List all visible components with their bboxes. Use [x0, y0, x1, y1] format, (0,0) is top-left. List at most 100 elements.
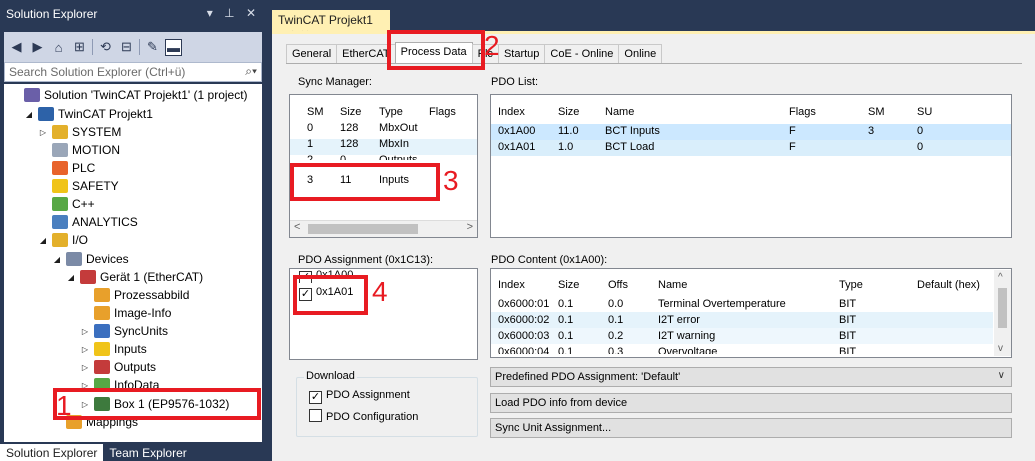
collapsed-arrow-icon[interactable]: ▷: [80, 345, 90, 354]
table-cell[interactable]: 1.0: [558, 141, 573, 153]
checkbox[interactable]: ✓: [299, 288, 312, 301]
tree-node[interactable]: MOTION: [38, 141, 120, 159]
table-cell[interactable]: BIT: [839, 330, 856, 342]
scroll-thumb[interactable]: [998, 288, 1007, 328]
table-cell[interactable]: 2: [307, 154, 313, 160]
table-cell[interactable]: I2T error: [658, 314, 700, 326]
tree-node[interactable]: ▷ SyncUnits: [80, 322, 168, 340]
tree-node[interactable]: ▷ SYSTEM: [38, 123, 121, 141]
tree-node[interactable]: PLC: [38, 159, 95, 177]
table-cell[interactable]: 0: [917, 125, 923, 137]
tree-node[interactable]: ◢ I/O: [38, 231, 88, 249]
table-cell[interactable]: 0.1: [558, 314, 573, 326]
expanded-arrow-icon[interactable]: ◢: [66, 273, 76, 282]
column-header[interactable]: Type: [839, 279, 863, 291]
table-cell[interactable]: 0x1A00: [498, 125, 535, 137]
table-cell[interactable]: F: [789, 125, 796, 137]
tab-startup[interactable]: Startup: [497, 44, 546, 64]
scroll-down-icon[interactable]: v: [998, 343, 1003, 354]
expanded-arrow-icon[interactable]: ◢: [24, 110, 34, 119]
load-pdo-info-button[interactable]: Load PDO info from device: [490, 393, 1012, 413]
table-cell[interactable]: 0.3: [608, 346, 623, 354]
table-cell[interactable]: 0.1: [558, 330, 573, 342]
collapsed-arrow-icon[interactable]: ▷: [38, 128, 48, 137]
column-header[interactable]: Index: [498, 279, 525, 291]
table-cell[interactable]: BIT: [839, 346, 856, 354]
table-cell[interactable]: 0x6000:03: [498, 330, 549, 342]
column-header[interactable]: Type: [379, 106, 403, 118]
table-cell[interactable]: Terminal Overtemperature: [658, 298, 786, 310]
column-header[interactable]: Flags: [429, 106, 456, 118]
pdo-assignment-item[interactable]: ✓ 0x1A00: [299, 269, 353, 283]
table-cell[interactable]: 0x6000:01: [498, 298, 549, 310]
tab-online[interactable]: Online: [618, 44, 663, 64]
tree-node[interactable]: ▷ Box 1 (EP9576-1032): [80, 395, 229, 413]
tab-ethercat[interactable]: EtherCAT: [336, 44, 396, 64]
table-cell[interactable]: 0.2: [608, 330, 623, 342]
predefined-pdo-assignment-dropdown[interactable]: Predefined PDO Assignment: 'Default' ∨: [490, 367, 1012, 387]
collapsed-arrow-icon[interactable]: ▷: [80, 327, 90, 336]
document-tab[interactable]: TwinCAT Projekt1 ⊕ ✕: [272, 10, 390, 41]
home-icon[interactable]: ⌂: [50, 39, 67, 56]
tree-node[interactable]: ▷ Inputs: [80, 340, 147, 358]
table-cell[interactable]: 0.1: [558, 298, 573, 310]
column-header[interactable]: Index: [498, 106, 525, 118]
table-cell[interactable]: MbxIn: [379, 138, 409, 150]
table-cell[interactable]: 0.1: [558, 346, 573, 354]
table-cell[interactable]: 0x6000:02: [498, 314, 549, 326]
tree-node[interactable]: ▷ Outputs: [80, 358, 156, 376]
switch-views-icon[interactable]: ⊞: [71, 39, 88, 56]
back-icon[interactable]: ◀: [8, 39, 25, 56]
table-cell[interactable]: 3: [307, 174, 313, 186]
expanded-arrow-icon[interactable]: ◢: [52, 255, 62, 264]
forward-icon[interactable]: ▶: [29, 39, 46, 56]
tree-node[interactable]: ◢ TwinCAT Projekt1: [24, 105, 153, 123]
table-cell[interactable]: Overvoltage: [658, 346, 717, 354]
search-icon[interactable]: ⌕▾: [245, 64, 257, 79]
scroll-right-icon[interactable]: >: [467, 221, 473, 233]
collapse-all-icon[interactable]: ⊟: [118, 39, 135, 56]
column-header[interactable]: SU: [917, 106, 932, 118]
scroll-up-icon[interactable]: ^: [998, 272, 1003, 283]
pdo-assignment-item[interactable]: ✓ 0x1A01: [299, 286, 353, 301]
table-cell[interactable]: 1: [307, 138, 313, 150]
table-cell[interactable]: 11: [340, 174, 351, 186]
table-cell[interactable]: 0: [917, 141, 923, 153]
solution-explorer-search-input[interactable]: Search Solution Explorer (Ctrl+ü) ⌕▾: [4, 62, 262, 82]
checkbox[interactable]: ✓: [299, 271, 312, 283]
pdo-content-vscrollbar[interactable]: ^ v: [994, 270, 1011, 356]
column-header[interactable]: SM: [307, 106, 324, 118]
scroll-left-icon[interactable]: <: [294, 221, 300, 233]
pdo-assignment-download-option[interactable]: ✓ PDO Assignment: [309, 389, 410, 404]
column-header[interactable]: SM: [868, 106, 885, 118]
tree-node[interactable]: SAFETY: [38, 177, 119, 195]
collapsed-arrow-icon[interactable]: ▷: [80, 381, 90, 390]
table-cell[interactable]: BIT: [839, 298, 856, 310]
collapsed-arrow-icon[interactable]: ▷: [80, 400, 90, 409]
column-header[interactable]: Flags: [789, 106, 816, 118]
pending-changes-icon[interactable]: ⟲: [97, 39, 114, 56]
table-cell[interactable]: BIT: [839, 314, 856, 326]
column-header[interactable]: Offs: [608, 279, 628, 291]
tree-node[interactable]: ANALYTICS: [38, 213, 138, 231]
column-header[interactable]: Name: [658, 279, 687, 291]
checkbox[interactable]: [309, 409, 322, 422]
scroll-thumb[interactable]: [308, 224, 418, 234]
sync-manager-hscrollbar[interactable]: < >: [290, 220, 477, 237]
table-cell[interactable]: 3: [868, 125, 874, 137]
table-cell[interactable]: I2T warning: [658, 330, 715, 342]
table-cell[interactable]: MbxOut: [379, 122, 418, 134]
tab-process-data[interactable]: Process Data: [394, 42, 473, 64]
collapsed-arrow-icon[interactable]: ▷: [80, 363, 90, 372]
column-header[interactable]: Size: [340, 106, 361, 118]
tab-team-explorer[interactable]: Team Explorer: [103, 444, 192, 461]
tab-solution-explorer[interactable]: Solution Explorer: [0, 444, 104, 461]
column-header[interactable]: Size: [558, 106, 579, 118]
tree-node[interactable]: Image-Info: [80, 304, 171, 322]
column-header[interactable]: Default (hex): [917, 279, 980, 291]
column-header[interactable]: Size: [558, 279, 579, 291]
tree-node[interactable]: C++: [38, 195, 95, 213]
expanded-arrow-icon[interactable]: ◢: [38, 236, 48, 245]
tree-node[interactable]: ◢ Devices: [52, 250, 129, 268]
table-cell[interactable]: BCT Load: [605, 141, 654, 153]
